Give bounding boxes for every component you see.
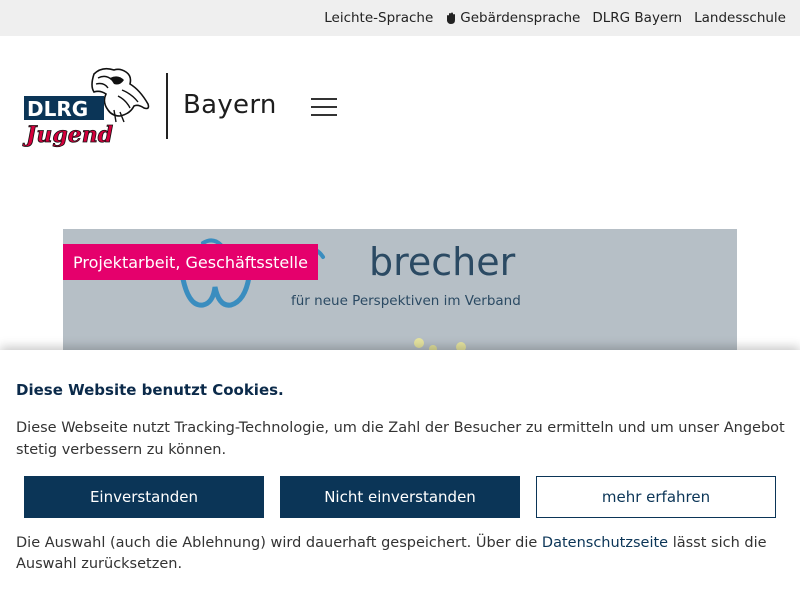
privacy-page-link[interactable]: Datenschutzseite [542, 535, 668, 551]
hand-icon [447, 12, 456, 24]
category-tag[interactable]: Projektarbeit, Geschäftsstelle [63, 244, 318, 280]
dlrg-jugend-logo[interactable]: DLRG Jugend [22, 64, 154, 148]
decline-button[interactable]: Nicht einverstanden [280, 476, 520, 518]
cookie-note-before: Die Auswahl (auch die Ablehnung) wird da… [16, 535, 542, 551]
link-landesschule[interactable]: Landesschule [694, 10, 786, 26]
accept-button[interactable]: Einverstanden [24, 476, 264, 518]
top-utility-bar: Leichte-Sprache Gebärdensprache DLRG Bay… [0, 0, 800, 36]
hero-subline: für neue Perspektiven im Verband [291, 293, 521, 309]
cookie-text: Diese Webseite nutzt Tracking-Technologi… [16, 420, 785, 458]
cookie-title: Diese Website benutzt Cookies. [16, 381, 284, 399]
link-dlrg-bayern[interactable]: DLRG Bayern [592, 10, 682, 26]
cookie-banner: Diese Website benutzt Cookies. Diese Web… [0, 350, 800, 600]
cookie-note: Die Auswahl (auch die Ablehnung) wird da… [16, 533, 786, 575]
logo-jugend-text: Jugend [22, 122, 113, 148]
logo-divider [166, 73, 168, 139]
hero-headline: brecher [369, 240, 516, 284]
logo-dlrg-text: DLRG [27, 97, 88, 121]
link-sign-language[interactable]: Gebärdensprache [445, 10, 580, 26]
menu-hamburger-icon[interactable] [311, 97, 337, 117]
logo-region-name: Bayern [183, 90, 277, 120]
link-easy-language[interactable]: Leichte-Sprache [324, 10, 433, 26]
learn-more-button[interactable]: mehr erfahren [536, 476, 776, 518]
link-sign-language-label: Gebärdensprache [460, 10, 581, 26]
site-header: DLRG Jugend Bayern [0, 36, 800, 176]
